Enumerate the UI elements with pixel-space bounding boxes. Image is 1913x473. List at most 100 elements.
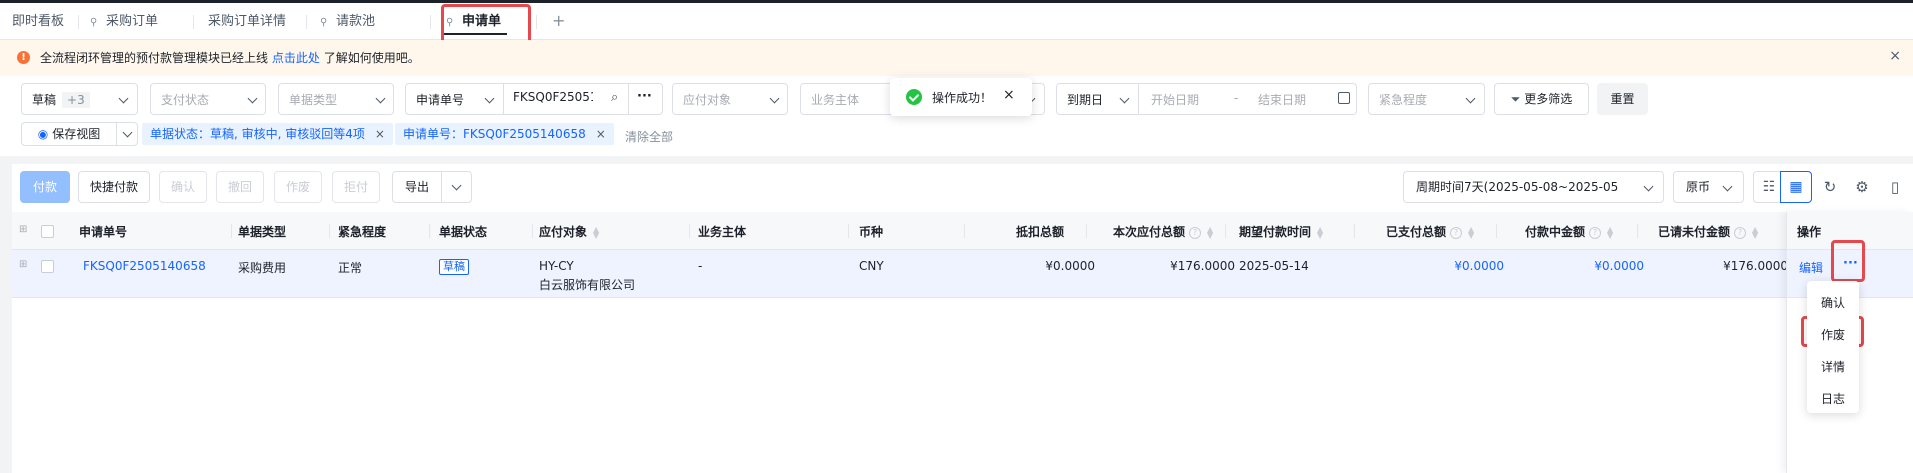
close-icon[interactable]: × — [1003, 87, 1015, 103]
notice-link[interactable]: 点击此处 — [272, 51, 320, 65]
sort-icon[interactable]: ▲ ▼ — [1752, 225, 1758, 239]
add-tab-icon[interactable]: + — [552, 11, 565, 31]
success-toast: 操作成功！ × — [890, 78, 1032, 116]
menu-item-void[interactable]: 作废 — [1807, 321, 1859, 349]
sort-icon[interactable]: ▲ ▼ — [1317, 225, 1323, 239]
reset-button[interactable]: 重置 — [1597, 83, 1648, 115]
col-divider — [329, 224, 330, 238]
menu-item-detail[interactable]: 详情 — [1807, 353, 1859, 381]
chevron-down-icon — [247, 93, 258, 104]
search-field-select[interactable]: 申请单号 — [406, 84, 504, 114]
currency-value: 原币 — [1686, 180, 1711, 194]
tab-applications[interactable]: ⚲ 申请单 — [441, 12, 508, 35]
paying-amount-link[interactable]: ¥0.0000 — [1594, 259, 1644, 273]
pay-button[interactable]: 付款 — [20, 171, 70, 203]
clear-all-link[interactable]: 清除全部 — [625, 128, 673, 145]
col-payee[interactable]: 应付对象 ▲ ▼ — [539, 223, 599, 240]
status-select-value: 草稿 +3 — [32, 91, 90, 108]
menu-item-log[interactable]: 日志 — [1807, 385, 1859, 413]
search-input[interactable] — [513, 90, 593, 104]
save-view-button[interactable]: ◉ 保存视图 — [21, 122, 117, 146]
tab-purchase-order-detail[interactable]: 采购订单详情 — [208, 12, 286, 32]
more-options-icon[interactable]: ··· — [637, 89, 652, 104]
tab-label: 采购订单 — [106, 14, 159, 29]
divider — [628, 84, 629, 114]
period-value: 周期时间7天(2025-05-08~2025-05 — [1416, 180, 1619, 194]
search-icon[interactable]: ⌕ — [611, 90, 618, 105]
urgency-select[interactable]: 紧急程度 — [1368, 83, 1485, 115]
reject-button[interactable]: 拒付 — [332, 171, 380, 203]
select-all-checkbox[interactable] — [41, 225, 54, 238]
menu-item-confirm[interactable]: 确认 — [1807, 289, 1859, 317]
calendar-icon[interactable] — [1338, 92, 1350, 104]
col-paid-total-label: 已支付总额 — [1386, 225, 1447, 239]
period-select[interactable]: 周期时间7天(2025-05-08~2025-05 — [1403, 171, 1664, 203]
export-button[interactable]: 导出 — [392, 171, 442, 203]
col-payee-label: 应付对象 — [539, 225, 588, 239]
help-icon[interactable]: ? — [1734, 226, 1747, 239]
filter-icon: ⏷ — [1510, 92, 1521, 106]
refresh-icon[interactable]: ↻ — [1820, 178, 1840, 198]
filter-chip-status: 单据状态：草稿, 审核中, 审核驳回等4项 × — [142, 123, 393, 145]
col-divider — [429, 224, 430, 238]
table-header: ⊞ 申请单号 单据类型 紧急程度 单据状态 应付对象 ▲ ▼ 业务主体 币种 抵扣总… — [12, 212, 1913, 250]
row-actions-menu: 确认 作废 详情 日志 — [1807, 281, 1859, 413]
row-checkbox[interactable] — [41, 260, 54, 273]
payee-code: HY-CY — [539, 259, 574, 273]
close-icon[interactable]: × — [596, 127, 606, 141]
save-view-label: 保存视图 — [52, 127, 101, 141]
grid-view-icon[interactable]: ▦ — [1780, 171, 1812, 203]
start-date-input[interactable]: 开始日期 — [1151, 91, 1199, 108]
book-icon[interactable]: ▯ — [1885, 178, 1905, 198]
more-options-icon[interactable]: ··· — [1843, 256, 1858, 271]
close-icon[interactable]: × — [1889, 48, 1901, 64]
status-extra-count: +3 — [62, 92, 90, 108]
sort-icon[interactable]: ▲ ▼ — [1207, 225, 1213, 239]
col-entity: 业务主体 — [698, 225, 747, 239]
deduct-total-cell: ¥0.0000 — [1045, 259, 1095, 273]
expand-row-icon[interactable]: ⊞ — [19, 259, 27, 270]
tab-purchase-orders[interactable]: ⚲ 采购订单 — [90, 12, 158, 32]
void-button[interactable]: 作废 — [274, 171, 322, 203]
notice-bar: ! 全流程闭环管理的预付款管理模块已经上线 点击此处 了解如何使用吧。 × — [0, 40, 1913, 76]
help-icon[interactable]: ? — [1189, 226, 1202, 239]
sort-icon[interactable]: ▲ ▼ — [593, 225, 599, 239]
withdraw-button[interactable]: 撤回 — [216, 171, 264, 203]
gear-icon[interactable]: ⚙ — [1852, 178, 1872, 198]
more-filter-button[interactable]: ⏷ 更多筛选 — [1494, 83, 1589, 115]
notice-message: 全流程闭环管理的预付款管理模块已经上线 点击此处 了解如何使用吧。 — [40, 49, 420, 66]
sort-icon[interactable]: ▲ ▼ — [1468, 225, 1474, 239]
doc-no-link[interactable]: FKSQ0F2505140658 — [83, 259, 206, 273]
confirm-button[interactable]: 确认 — [159, 171, 207, 203]
close-icon[interactable]: × — [375, 127, 385, 141]
col-operations: 操作 — [1797, 225, 1822, 239]
doc-type-select[interactable]: 单据类型 — [278, 83, 394, 115]
paid-total-link[interactable]: ¥0.0000 — [1454, 259, 1504, 273]
tab-label: 请款池 — [336, 14, 376, 29]
pin-icon: ⚲ — [446, 17, 454, 28]
currency-select[interactable]: 原币 — [1673, 171, 1744, 203]
date-type-select[interactable]: 到期日 — [1057, 84, 1139, 114]
col-divider — [1354, 224, 1355, 238]
sort-icon[interactable]: ▲ ▼ — [1607, 225, 1613, 239]
end-date-input[interactable]: 结束日期 — [1258, 91, 1306, 108]
help-icon[interactable]: ? — [1589, 226, 1602, 239]
col-divider — [689, 224, 690, 238]
expand-all-icon[interactable]: ⊞ — [19, 224, 27, 235]
help-icon[interactable]: ? — [1450, 226, 1463, 239]
chip-label: 申请单号：FKSQ0F2505140658 — [403, 127, 586, 141]
tab-payment-pool[interactable]: ⚲ 请款池 — [320, 12, 375, 32]
status-select[interactable]: 草稿 +3 — [21, 83, 138, 115]
save-view-dropdown[interactable] — [116, 122, 138, 146]
doc-type-cell: 采购费用 — [238, 261, 287, 275]
table-toolbar: 付款 快捷付款 确认 撤回 作废 拒付 导出 周期时间7天(2025-05-08… — [12, 164, 1913, 212]
entity-placeholder: 业务主体 — [811, 93, 860, 107]
edit-link[interactable]: 编辑 — [1799, 259, 1823, 276]
payee-select[interactable]: 应付对象 — [672, 83, 788, 115]
pay-status-select[interactable]: 支付状态 — [150, 83, 266, 115]
export-dropdown[interactable] — [441, 171, 472, 203]
tab-label: 采购订单详情 — [208, 14, 287, 29]
quick-pay-button[interactable]: 快捷付款 — [78, 171, 150, 203]
tab-dashboard[interactable]: 即时看板 — [12, 12, 64, 32]
table-row[interactable]: ⊞ FKSQ0F2505140658 采购费用 正常 草稿 HY-CY 白云服饰… — [12, 250, 1913, 298]
